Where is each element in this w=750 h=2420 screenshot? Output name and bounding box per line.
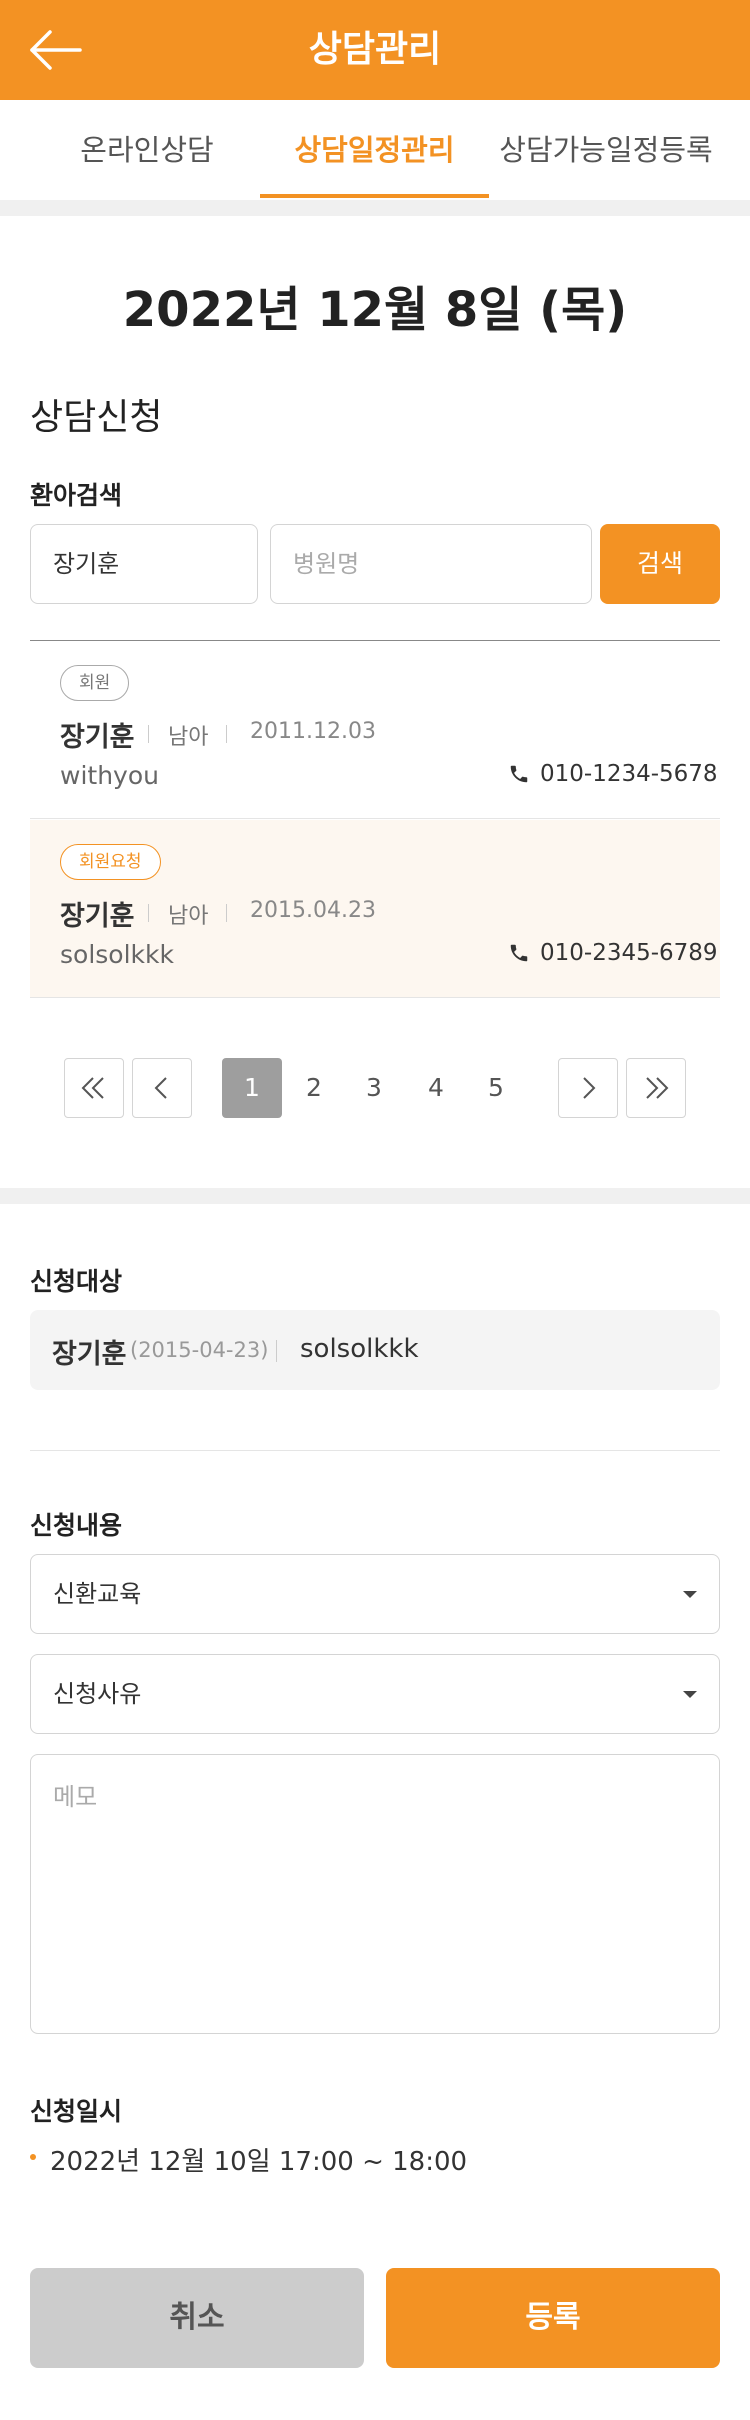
separator — [226, 725, 227, 743]
member-badge: 회원 — [60, 665, 130, 701]
caret-down-icon — [683, 1591, 697, 1598]
chevron-left-icon — [154, 1077, 167, 1099]
patient-phone: 010-1234-5678 — [540, 761, 718, 787]
separator — [148, 725, 149, 743]
section-gap — [0, 200, 750, 216]
patient-gender: 남아 — [168, 904, 209, 929]
active-tab-indicator — [260, 194, 489, 198]
next-page-button[interactable] — [558, 1058, 618, 1118]
section-gap — [0, 1188, 750, 1204]
separator — [148, 904, 149, 922]
target-label: 신청대상 — [30, 1267, 123, 1296]
separator — [226, 904, 227, 922]
last-page-button[interactable] — [626, 1058, 686, 1118]
caret-down-icon — [683, 1691, 697, 1698]
member-request-badge: 회원요청 — [60, 844, 161, 880]
page-number[interactable]: 3 — [344, 1058, 404, 1118]
page-number[interactable]: 2 — [284, 1058, 344, 1118]
target-birth: (2015-04-23) — [130, 1338, 269, 1362]
target-summary: 장기훈 (2015-04-23) solsolkkk — [30, 1310, 720, 1390]
content-label: 신청내용 — [30, 1511, 123, 1540]
patient-user-id: withyou — [60, 761, 159, 790]
memo-textarea[interactable]: 메모 — [30, 1754, 720, 2034]
double-chevron-left-icon — [81, 1077, 104, 1099]
consult-type-value: 신환교육 — [53, 1580, 142, 1608]
patient-gender: 남아 — [168, 725, 209, 750]
schedule-label: 신청일시 — [30, 2097, 123, 2126]
consult-type-select[interactable]: 신환교육 — [30, 1554, 720, 1634]
search-button[interactable]: 검색 — [600, 524, 720, 604]
separator — [276, 1340, 277, 1362]
patient-birth: 2011.12.03 — [250, 719, 376, 744]
prev-page-button[interactable] — [132, 1058, 192, 1118]
page-number[interactable]: 4 — [406, 1058, 466, 1118]
search-label: 환아검색 — [30, 481, 123, 510]
target-name: 장기훈 — [52, 1339, 127, 1370]
tab-bar: 온라인상담 상담일정관리 상담가능일정등록 — [0, 100, 750, 200]
page-title: 상담관리 — [308, 29, 442, 70]
tab-available-schedule[interactable]: 상담가능일정등록 — [490, 100, 722, 200]
tab-online-consult[interactable]: 온라인상담 — [38, 100, 256, 200]
consult-reason-select[interactable]: 신청사유 — [30, 1654, 720, 1734]
app-header: 상담관리 — [0, 0, 750, 100]
consult-reason-value: 신청사유 — [53, 1680, 142, 1708]
phone-icon — [510, 765, 528, 783]
patient-name: 장기훈 — [60, 901, 135, 932]
patient-birth: 2015.04.23 — [250, 898, 376, 923]
double-chevron-right-icon — [646, 1077, 669, 1099]
page-number[interactable]: 1 — [222, 1058, 282, 1118]
target-user-id: solsolkkk — [300, 1334, 419, 1364]
chevron-right-icon — [583, 1077, 596, 1099]
first-page-button[interactable] — [64, 1058, 124, 1118]
submit-button[interactable]: 등록 — [386, 2268, 720, 2368]
cancel-button[interactable]: 취소 — [30, 2268, 364, 2368]
patient-user-id: solsolkkk — [60, 940, 174, 969]
patient-name-input[interactable]: 장기훈 — [30, 524, 258, 604]
tab-consult-schedule[interactable]: 상담일정관리 — [260, 100, 489, 200]
date-title: 2022년 12월 8일 (목) — [122, 282, 628, 338]
section-title-apply: 상담신청 — [30, 397, 163, 438]
list-item[interactable]: 회원 장기훈 남아 2011.12.03 withyou 010-1234-56… — [30, 641, 720, 819]
list-item[interactable]: 회원요청 장기훈 남아 2015.04.23 solsolkkk 010-234… — [30, 820, 720, 998]
phone-icon — [510, 944, 528, 962]
page-number[interactable]: 5 — [466, 1058, 526, 1118]
hospital-name-input[interactable]: 병원명 — [270, 524, 592, 604]
bullet-icon — [30, 2154, 36, 2160]
patient-name: 장기훈 — [60, 722, 135, 753]
schedule-value: 2022년 12월 10일 17:00 ~ 18:00 — [50, 2147, 468, 2177]
divider — [30, 1450, 720, 1451]
patient-phone: 010-2345-6789 — [540, 940, 718, 966]
